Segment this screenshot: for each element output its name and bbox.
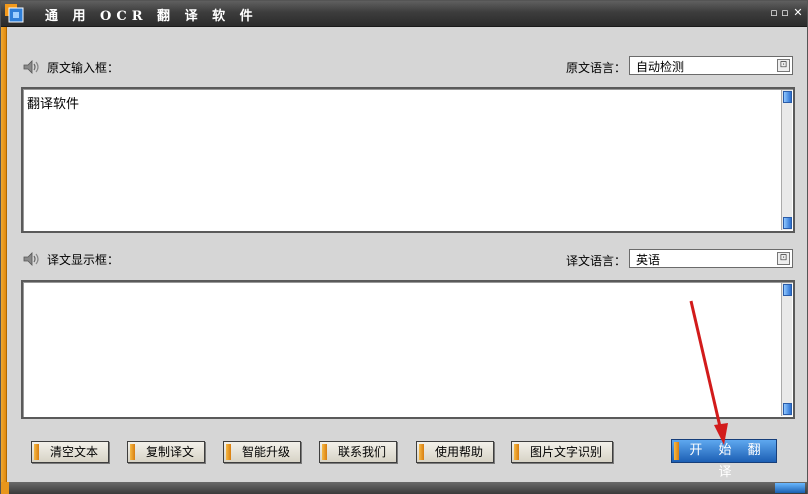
target-scrollbar[interactable] [781,283,792,416]
scroll-up-icon[interactable] [783,284,792,296]
target-language-select[interactable]: 英语 ⊡ [629,249,793,268]
image-ocr-label: 图片文字识别 [529,445,602,459]
copy-translation-button[interactable]: 复制译文 [127,441,205,463]
maximize-button[interactable]: ▫ [779,7,791,19]
image-ocr-button[interactable]: 图片文字识别 [511,441,613,463]
source-language-value: 自动检测 [636,60,685,74]
maximize-icon: ▫ [781,6,789,19]
help-button[interactable]: 使用帮助 [416,441,494,463]
help-label: 使用帮助 [434,445,483,459]
speaker-icon [23,252,39,266]
close-icon: ✕ [793,6,803,19]
copy-translation-label: 复制译文 [145,445,194,459]
source-text: 翻译软件 [27,97,80,112]
smart-upgrade-label: 智能升级 [241,445,290,459]
contact-us-button[interactable]: 联系我们 [319,441,397,463]
scroll-down-icon[interactable] [783,217,792,229]
source-language-label: 原文语言： [566,61,627,75]
smart-upgrade-button[interactable]: 智能升级 [223,441,301,463]
speaker-icon [23,60,39,74]
app-logo-icon [5,4,24,23]
target-label-row: 译文显示框： [23,250,119,268]
bottom-accent-left [1,482,9,494]
bottom-status-bar [1,482,807,494]
dropdown-icon[interactable]: ⊡ [777,252,790,265]
clear-text-button[interactable]: 清空文本 [31,441,109,463]
contact-us-label: 联系我们 [337,445,386,459]
scroll-down-icon[interactable] [783,403,792,415]
target-text-output[interactable] [21,280,795,419]
dropdown-icon[interactable]: ⊡ [777,59,790,72]
close-button[interactable]: ✕ [792,7,804,19]
source-language-select[interactable]: 自动检测 ⊡ [629,56,793,75]
target-language-value: 英语 [636,253,661,267]
source-text-input[interactable]: 翻译软件 [21,87,795,233]
start-translate-label: 开 始 翻 译 [689,443,767,480]
title-bar[interactable]: 通 用 OCR 翻 译 软 件 ▫ ▫ ✕ [1,1,807,27]
resize-grip-icon[interactable] [775,483,805,493]
target-language-label: 译文语言： [566,254,627,268]
source-label-row: 原文输入框： [23,58,119,76]
scroll-up-icon[interactable] [783,91,792,103]
annotation-arrow-icon [689,300,728,445]
app-window: 通 用 OCR 翻 译 软 件 ▫ ▫ ✕ 原文输入框： 原文语言： 自动检测 … [0,0,808,494]
minimize-icon: ▫ [770,6,778,19]
target-label: 译文显示框： [47,252,120,267]
left-accent-rail [1,27,7,482]
source-scrollbar[interactable] [781,90,792,230]
clear-text-label: 清空文本 [49,445,98,459]
source-label: 原文输入框： [47,60,120,75]
window-title: 通 用 OCR 翻 译 软 件 [45,9,258,24]
